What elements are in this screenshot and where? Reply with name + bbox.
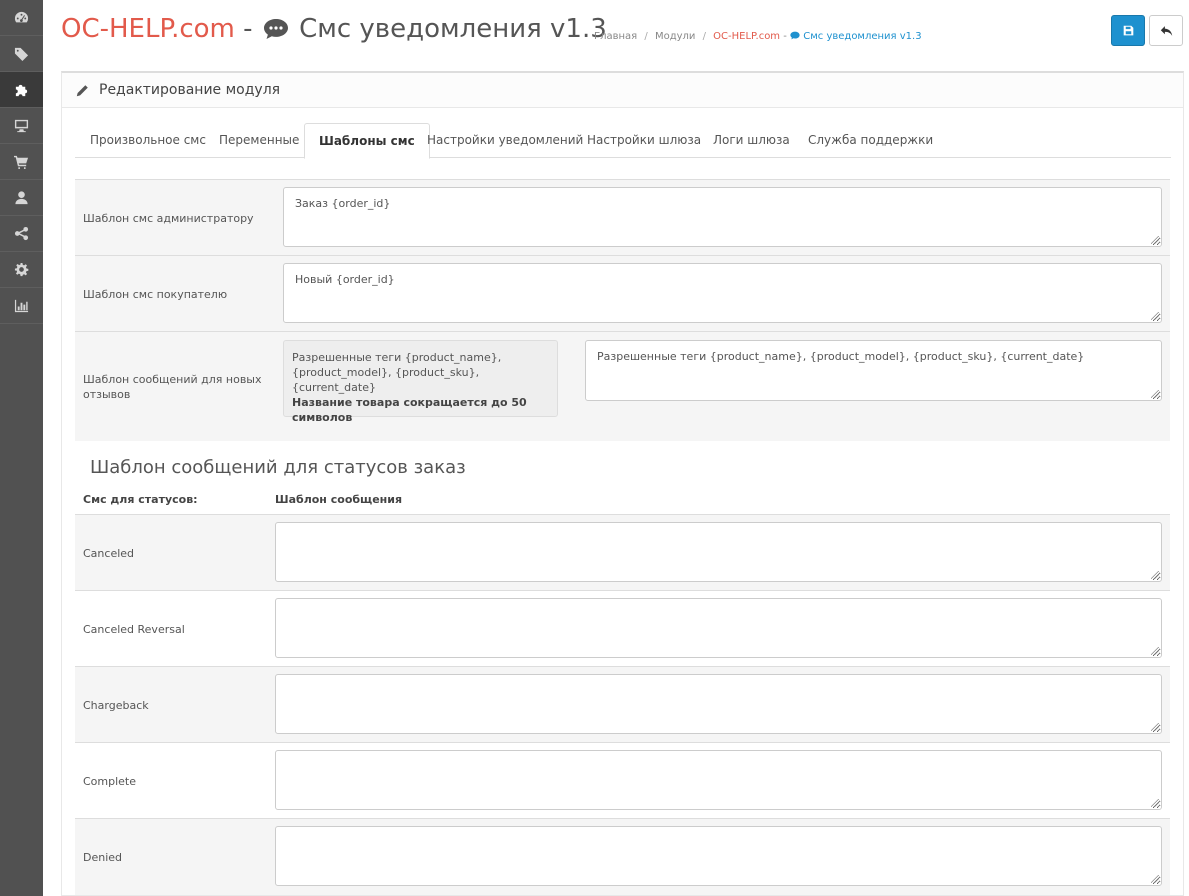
status-label-denied: Denied — [83, 851, 123, 864]
breadcrumb-dash: - — [783, 31, 787, 42]
sidebar-item-sales[interactable] — [0, 144, 43, 180]
user-icon — [15, 191, 28, 205]
bar-chart-icon — [14, 299, 29, 313]
breadcrumb-modules[interactable]: Модули — [655, 31, 695, 42]
page-title: OC-HELP.com - Смс уведомления v1.3 — [61, 14, 607, 47]
status-textarea-canceled[interactable] — [275, 522, 1162, 582]
tab-variables[interactable]: Переменные — [219, 123, 299, 158]
admin-template-textarea[interactable]: Заказ {order_id} — [283, 187, 1162, 247]
breadcrumb-home[interactable]: Главная — [594, 31, 637, 42]
pencil-icon — [76, 84, 89, 97]
sidebar-item-dashboard[interactable] — [0, 0, 43, 36]
speech-bubble-icon — [263, 17, 289, 47]
admin-template-label: Шаблон смс администратору — [83, 212, 254, 225]
puzzle-icon — [15, 84, 28, 97]
breadcrumb-brand: OC-HELP.com — [713, 31, 781, 42]
tab-notification-settings[interactable]: Настройки уведомлений — [427, 123, 583, 158]
back-button[interactable] — [1149, 15, 1183, 46]
sidebar-item-system[interactable] — [0, 252, 43, 288]
status-row-denied: Denied — [75, 818, 1170, 895]
tab-gateway-settings[interactable]: Настройки шлюза — [587, 123, 701, 158]
reviews-tags-hint: Разрешенные теги {product_name}, {produc… — [283, 340, 558, 424]
breadcrumb-bubble-icon — [790, 31, 800, 40]
tab-sms-templates[interactable]: Шаблоны смс — [304, 123, 430, 159]
sidebar-item-marketing[interactable] — [0, 216, 43, 252]
status-label-canceled-reversal: Canceled Reversal — [83, 623, 185, 636]
status-section-title: Шаблон сообщений для статусов заказ — [90, 457, 466, 478]
status-row-complete: Complete — [75, 742, 1170, 818]
tags-icon — [14, 47, 29, 61]
reviews-template-textarea[interactable]: Разрешенные теги {product_name}, {produc… — [585, 340, 1162, 401]
template-column-header: Шаблон сообщения — [275, 493, 403, 506]
module-panel: Редактирование модуля Произвольное смс П… — [61, 71, 1184, 896]
breadcrumb-module-name: Смс уведомления v1.3 — [803, 31, 922, 42]
status-label-chargeback: Chargeback — [83, 699, 149, 712]
sidebar-item-catalog[interactable] — [0, 36, 43, 72]
status-row-canceled-reversal: Canceled Reversal — [75, 590, 1170, 666]
reviews-hint-text: Разрешенные теги {product_name}, {produc… — [292, 351, 502, 394]
floppy-disk-icon — [1123, 25, 1133, 36]
sidebar-item-extensions[interactable] — [0, 72, 43, 108]
title-module: Смс уведомления v1.3 — [299, 14, 607, 44]
gear-icon — [14, 262, 29, 277]
status-label-canceled: Canceled — [83, 547, 135, 560]
tab-gateway-logs[interactable]: Логи шлюза — [713, 123, 790, 158]
status-label-complete: Complete — [83, 775, 137, 788]
status-row-canceled: Canceled — [75, 514, 1170, 590]
breadcrumb: Главная / Модули / OC-HELP.com - Смс уве… — [594, 31, 922, 42]
customer-template-label: Шаблон смс покупателю — [83, 288, 228, 301]
save-button[interactable] — [1111, 15, 1145, 46]
form-row-customer: Шаблон смс покупателю Новый {order_id} — [75, 255, 1170, 331]
shopping-cart-icon — [14, 155, 29, 169]
status-textarea-denied[interactable] — [275, 826, 1162, 886]
form-row-admin: Шаблон смс администратору Заказ {order_i… — [75, 179, 1170, 255]
status-textarea-chargeback[interactable] — [275, 674, 1162, 734]
sidebar-item-reports[interactable] — [0, 288, 43, 324]
status-textarea-complete[interactable] — [275, 750, 1162, 810]
dashboard-icon — [14, 11, 29, 23]
desktop-icon — [14, 119, 29, 133]
status-row-chargeback: Chargeback — [75, 666, 1170, 742]
sidebar — [0, 0, 43, 896]
breadcrumb-module[interactable]: OC-HELP.com - Смс уведомления v1.3 — [713, 31, 921, 42]
panel-title: Редактирование модуля — [99, 82, 281, 98]
title-separator: - — [243, 14, 253, 44]
status-column-header: Смс для статусов: — [83, 493, 198, 506]
page-header: OC-HELP.com - Смс уведомления v1.3 Главн… — [43, 0, 1189, 72]
panel-heading: Редактирование модуля — [62, 73, 1183, 108]
form-row-reviews: Шаблон сообщений для новых отзывов Разре… — [75, 331, 1170, 441]
customer-template-textarea[interactable]: Новый {order_id} — [283, 263, 1162, 323]
reply-icon — [1160, 25, 1172, 36]
title-brand: OC-HELP.com — [61, 14, 235, 44]
sidebar-item-design[interactable] — [0, 108, 43, 144]
tab-custom-sms[interactable]: Произвольное смс — [90, 123, 206, 158]
status-textarea-canceled-reversal[interactable] — [275, 598, 1162, 658]
reviews-hint-bold: Название товара сокращается до 50 символ… — [292, 396, 527, 424]
reviews-template-label: Шаблон сообщений для новых отзывов — [83, 373, 262, 401]
tab-support[interactable]: Служба поддержки — [808, 123, 933, 158]
share-icon — [14, 226, 29, 241]
sidebar-item-customers[interactable] — [0, 180, 43, 216]
tab-bar: Произвольное смс Переменные Шаблоны смс … — [75, 123, 1171, 159]
